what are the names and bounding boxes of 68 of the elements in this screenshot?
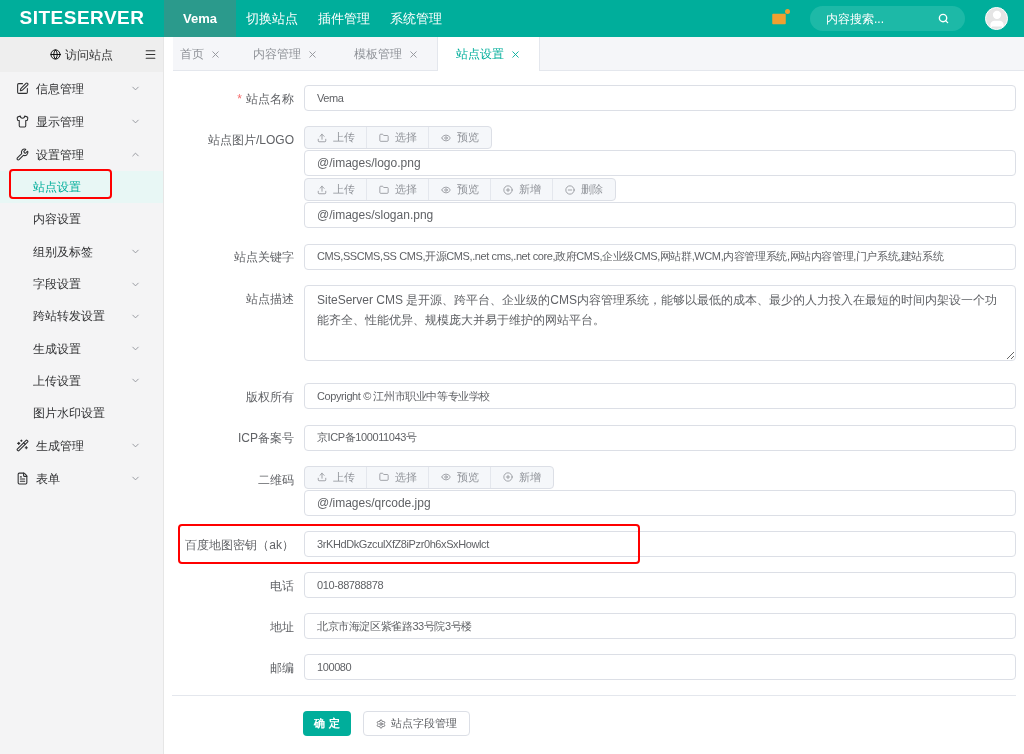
sidebar-item[interactable]: 显示管理	[0, 105, 163, 138]
sidebar-subitem[interactable]: 跨站转发设置	[0, 300, 163, 333]
field-label: 站点关键字	[234, 250, 294, 264]
sidebar-item[interactable]: 生成管理	[0, 429, 163, 463]
edit-icon	[16, 82, 29, 95]
sidebar-subitem[interactable]: 字段设置	[0, 267, 163, 301]
field-label: 二维码	[258, 472, 294, 487]
eye-icon	[440, 184, 451, 195]
field-label: ICP备案号	[238, 431, 294, 445]
field-label: 站点图片/LOGO	[208, 133, 294, 147]
text-field[interactable]: @/images/logo.png	[304, 150, 1016, 176]
menu-icon[interactable]	[144, 48, 157, 61]
text-field[interactable]: 3rKHdDkGzculXfZ8iPzr0h6xSxHowlct	[304, 530, 1016, 557]
nav-item[interactable]: Vema	[164, 0, 236, 37]
upload-icon	[316, 132, 327, 143]
globe-icon	[50, 49, 61, 60]
upload-icon	[316, 184, 327, 195]
eye-icon	[441, 132, 451, 143]
magic-wand-icon	[16, 439, 29, 453]
text-field[interactable]: @/images/slogan.png	[304, 202, 1016, 228]
plus-circle-icon	[503, 472, 513, 482]
wrench-icon	[16, 148, 29, 161]
document-icon	[16, 472, 29, 486]
text-area[interactable]: SiteServer CMS 是开源、跨平台、企业级的CMS内容管理系统，能够以最低的成本、最少的人力投入在最短的时间内架设一个功能齐全、性能优异、规模庞大并易于维护的网站平台。	[304, 284, 1016, 361]
search-input[interactable]: 内容搜索...	[826, 9, 938, 28]
gear-icon	[376, 718, 386, 729]
folder-icon	[378, 132, 389, 143]
visit-site-link[interactable]: 访问站点	[65, 45, 113, 64]
field-label: 百度地图密钥（ak）	[185, 537, 294, 552]
sidebar-item[interactable]: 设置管理	[0, 138, 163, 171]
sidebar-subitem[interactable]: 组别及标签	[0, 235, 163, 268]
text-field[interactable]: Vema	[304, 85, 1016, 111]
field-label: 电话	[270, 578, 294, 593]
text-field[interactable]: 京ICP备100011043号	[304, 424, 1016, 451]
text-field[interactable]: 010-88788878	[304, 571, 1016, 598]
close-icon[interactable]	[510, 48, 521, 60]
text-field[interactable]: 100080	[304, 654, 1016, 680]
field-label: 版权所有	[246, 389, 294, 404]
field-label: 邮编	[270, 661, 294, 675]
plus-circle-icon	[502, 184, 513, 195]
text-field[interactable]: CMS,SSCMS,SS CMS,开源CMS,.net cms,.net core,政府CMS,企业级CMS,网站群,WCM,内容管理系统,网站内容管理,门户系统,建站系统	[304, 243, 1016, 270]
close-icon[interactable]	[408, 48, 419, 60]
avatar[interactable]	[985, 7, 1008, 30]
sidebar-subitem[interactable]: 内容设置	[0, 203, 163, 236]
field-label: 站点描述	[246, 291, 294, 306]
search-icon[interactable]	[938, 13, 949, 24]
sidebar-subitem[interactable]: 生成设置	[0, 332, 163, 365]
upload-icon	[316, 472, 327, 482]
shirt-icon	[16, 115, 29, 128]
required-asterisk: *	[237, 92, 242, 106]
folder-icon	[378, 472, 389, 482]
search-field[interactable]: 内容搜索...	[810, 6, 965, 31]
field-management-button[interactable]: 站点字段管理	[363, 711, 470, 736]
field-label: 地址	[270, 619, 294, 634]
logo: SITESERVER	[19, 6, 145, 31]
sidebar-item[interactable]: 表单	[0, 462, 163, 496]
close-icon[interactable]	[210, 48, 221, 60]
text-field[interactable]: 北京市海淀区紫雀路33号院3号楼	[304, 613, 1016, 639]
field-label: 站点名称	[246, 92, 294, 106]
close-icon[interactable]	[307, 48, 318, 60]
text-field[interactable]: Copyright © 江州市职业中等专业学校	[304, 383, 1016, 409]
folder-icon	[378, 184, 389, 195]
eye-icon	[440, 472, 451, 482]
sidebar-subitem[interactable]: 图片水印设置	[0, 397, 163, 430]
minus-circle-icon	[565, 184, 575, 195]
text-field[interactable]: @/images/qrcode.jpg	[304, 489, 1016, 516]
sidebar-subitem[interactable]: 上传设置	[0, 364, 163, 398]
sidebar-item[interactable]: 信息管理	[0, 72, 163, 105]
